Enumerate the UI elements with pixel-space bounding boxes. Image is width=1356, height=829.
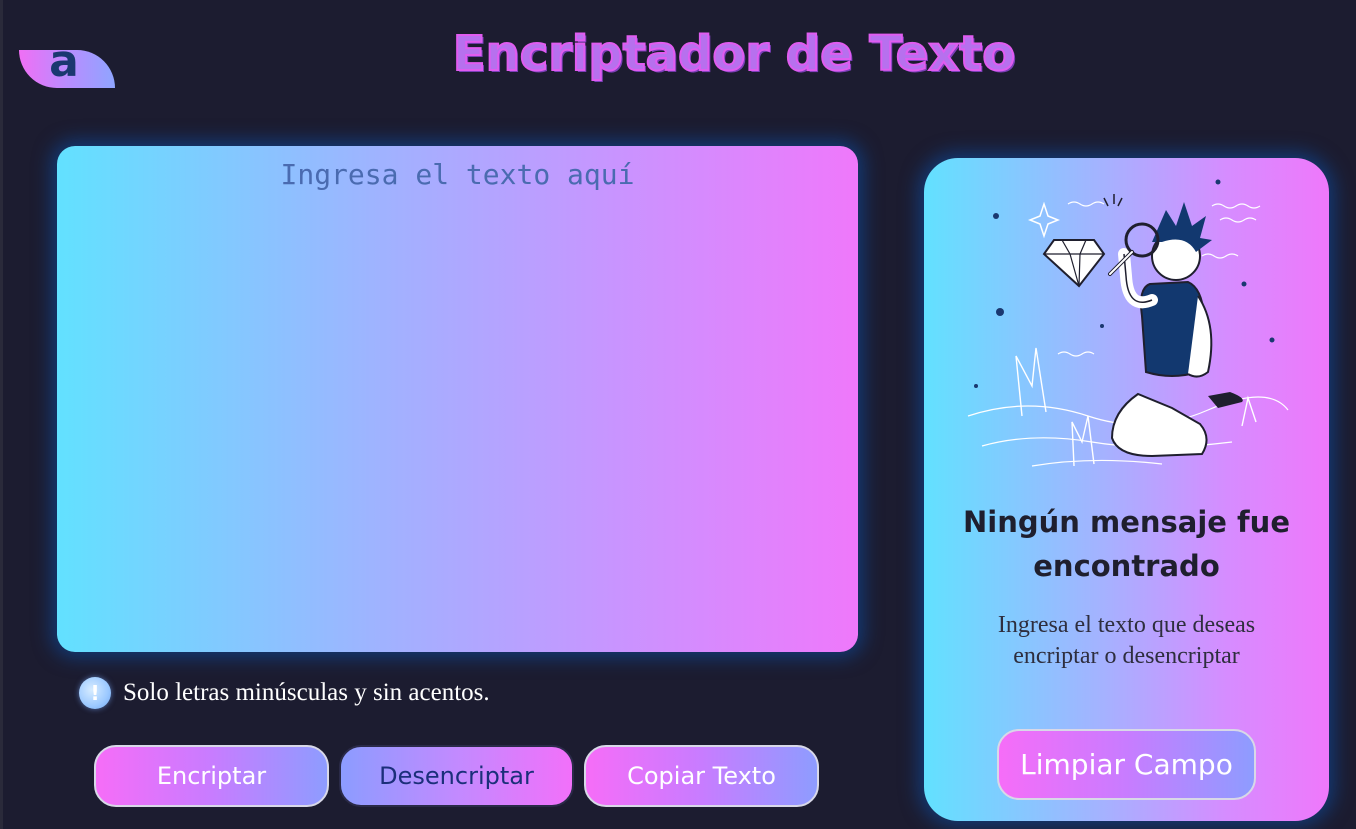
info-icon: ! <box>79 677 111 709</box>
person-with-magnifying-glass-illustration <box>967 179 1289 467</box>
input-hint: ! Solo letras minúsculas y sin acentos. <box>79 676 490 710</box>
encrypt-button[interactable]: Encriptar <box>94 745 329 807</box>
input-panel <box>57 146 858 652</box>
copy-text-button[interactable]: Copiar Texto <box>584 745 819 807</box>
clear-field-button[interactable]: Limpiar Campo <box>997 729 1256 800</box>
no-message-description: Ingresa el texto que deseas encriptar o … <box>997 612 1256 669</box>
output-panel: Ningún mensaje fue encontrado Ingresa el… <box>924 158 1329 821</box>
hint-text: Solo letras minúsculas y sin acentos. <box>123 679 490 706</box>
no-message-title: Ningún mensaje fue encontrado <box>962 505 1290 583</box>
text-input[interactable] <box>57 146 858 652</box>
page-title: Encriptador de Texto <box>452 25 1016 83</box>
decrypt-button[interactable]: Desencriptar <box>339 745 574 807</box>
